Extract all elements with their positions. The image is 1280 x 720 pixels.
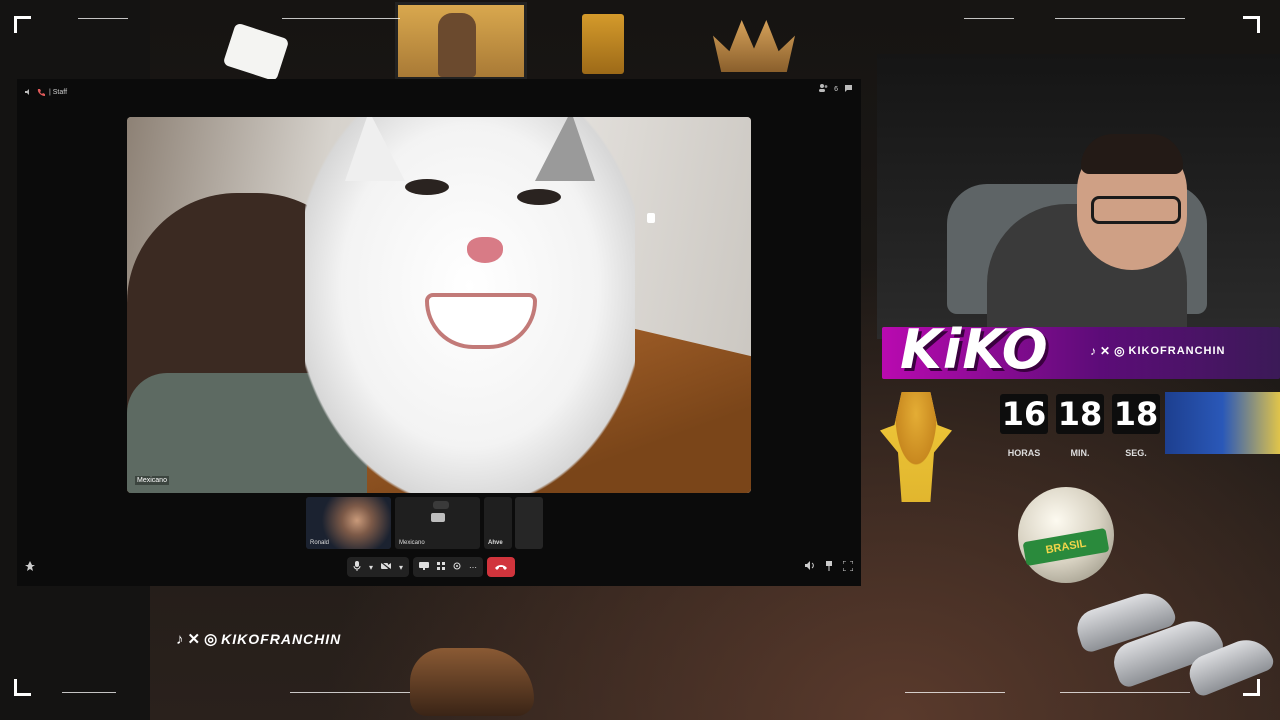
chevron-down-icon[interactable]: ▾	[399, 563, 403, 572]
social-handle: KIKOFRANCHIN	[221, 631, 342, 647]
participant-tile-ronald[interactable]: Ronald	[306, 497, 391, 549]
participant-tile-mexicano[interactable]: Mexicano	[395, 497, 480, 549]
tiktok-icon: ♪	[176, 630, 184, 648]
frame-line	[1060, 692, 1190, 693]
participants-icon[interactable]	[819, 84, 828, 94]
participant-tile-empty[interactable]	[515, 497, 543, 549]
streamer-hair	[1081, 134, 1183, 174]
top-shelf	[960, 0, 1280, 54]
hang-up-icon	[495, 565, 508, 570]
participant-name: Ronald	[310, 540, 330, 546]
fullscreen-icon[interactable]	[842, 560, 854, 573]
frame-line	[78, 18, 128, 19]
call-header: | Staff	[25, 84, 67, 100]
cat-eye-right	[517, 189, 561, 205]
share-controls: ⋯	[413, 557, 484, 577]
banner-social: ♪ ✕ ◎ KIKOFRANCHIN	[1090, 344, 1226, 358]
video-status-badge	[433, 501, 449, 509]
chat-icon[interactable]	[844, 84, 853, 94]
frame-corner-tr	[1243, 16, 1260, 33]
seconds-label: SEG.	[1125, 448, 1147, 458]
audio-controls: ▾ ▾	[347, 557, 410, 577]
hours-label: HORAS	[1007, 448, 1041, 458]
frame-line	[1055, 18, 1185, 19]
participant-tile-ahve[interactable]: Ahve	[484, 497, 512, 549]
phone-icon	[37, 88, 45, 96]
timer-labels: HORAS MIN. SEG.	[1000, 448, 1160, 458]
chevron-down-icon[interactable]: ▾	[369, 563, 373, 572]
timer-seconds: 18	[1112, 394, 1160, 434]
cat-ear-left	[345, 117, 405, 181]
activities-icon[interactable]	[437, 562, 446, 572]
social-handle: KIKOFRANCHIN	[1128, 345, 1226, 357]
voice-call-window: | Staff 6 Mexicano Ronald Mexicano Ahve …	[17, 79, 861, 586]
streamer-glasses	[1091, 196, 1181, 224]
minutes-label: MIN.	[1070, 448, 1090, 458]
frame-corner-br	[1243, 679, 1260, 696]
disconnect-button[interactable]	[487, 557, 516, 577]
call-window-actions	[805, 560, 854, 573]
football: BRASIL	[1018, 487, 1114, 583]
frame-line	[62, 692, 116, 693]
participant-thumbnails: Ronald Mexicano Ahve	[306, 497, 566, 549]
soundboard-icon[interactable]	[453, 562, 461, 572]
camera-off-icon[interactable]	[380, 561, 392, 572]
instagram-icon: ◎	[204, 631, 218, 648]
cat-ear-right	[535, 117, 595, 181]
frame-corner-tl	[14, 16, 31, 33]
streamer-name-logo: KiKO	[900, 318, 1049, 381]
call-header-right: 6	[819, 84, 853, 94]
main-video-tile[interactable]: Mexicano	[127, 117, 751, 493]
microphone-icon[interactable]	[353, 561, 361, 573]
countdown-timer: 16 18 18	[1000, 394, 1160, 434]
main-speaker-label: Mexicano	[135, 476, 169, 485]
participant-tile-group[interactable]: Ahve	[484, 497, 566, 549]
frame-line	[905, 692, 1005, 693]
trophy	[582, 14, 624, 74]
jersey-decoration	[1165, 392, 1280, 454]
mouse-cursor	[647, 213, 655, 223]
ball-brand: BRASIL	[1022, 527, 1110, 567]
participant-name: Ahve	[488, 540, 503, 546]
x-icon: ✕	[187, 631, 201, 648]
camera-icon	[431, 513, 445, 522]
frame-corner-bl	[14, 679, 31, 696]
streamer-webcam	[877, 54, 1280, 339]
call-controls: ▾ ▾ ⋯	[347, 557, 516, 577]
timer-minutes: 18	[1056, 394, 1104, 434]
cat-eye-left	[405, 179, 449, 195]
frame-line	[282, 18, 400, 19]
participant-name: Mexicano	[399, 540, 425, 546]
instagram-icon: ◎	[1114, 344, 1125, 358]
activity-icon[interactable]	[25, 561, 35, 573]
cat-nose	[467, 237, 503, 263]
footer-social: ♪ ✕ ◎ KIKOFRANCHIN	[176, 630, 342, 649]
participant-count: 6	[834, 85, 838, 93]
tiktok-icon: ♪	[1090, 344, 1096, 358]
frame-line	[964, 18, 1014, 19]
volume-icon[interactable]	[805, 561, 815, 573]
channel-name[interactable]: | Staff	[49, 89, 67, 96]
screen-share-icon[interactable]	[419, 562, 430, 572]
timer-hours: 16	[1000, 394, 1048, 434]
speaker-icon	[25, 88, 33, 96]
x-icon: ✕	[1100, 344, 1111, 358]
poster	[395, 2, 527, 80]
more-options-icon[interactable]: ⋯	[469, 563, 477, 572]
pin-icon[interactable]	[825, 561, 833, 573]
